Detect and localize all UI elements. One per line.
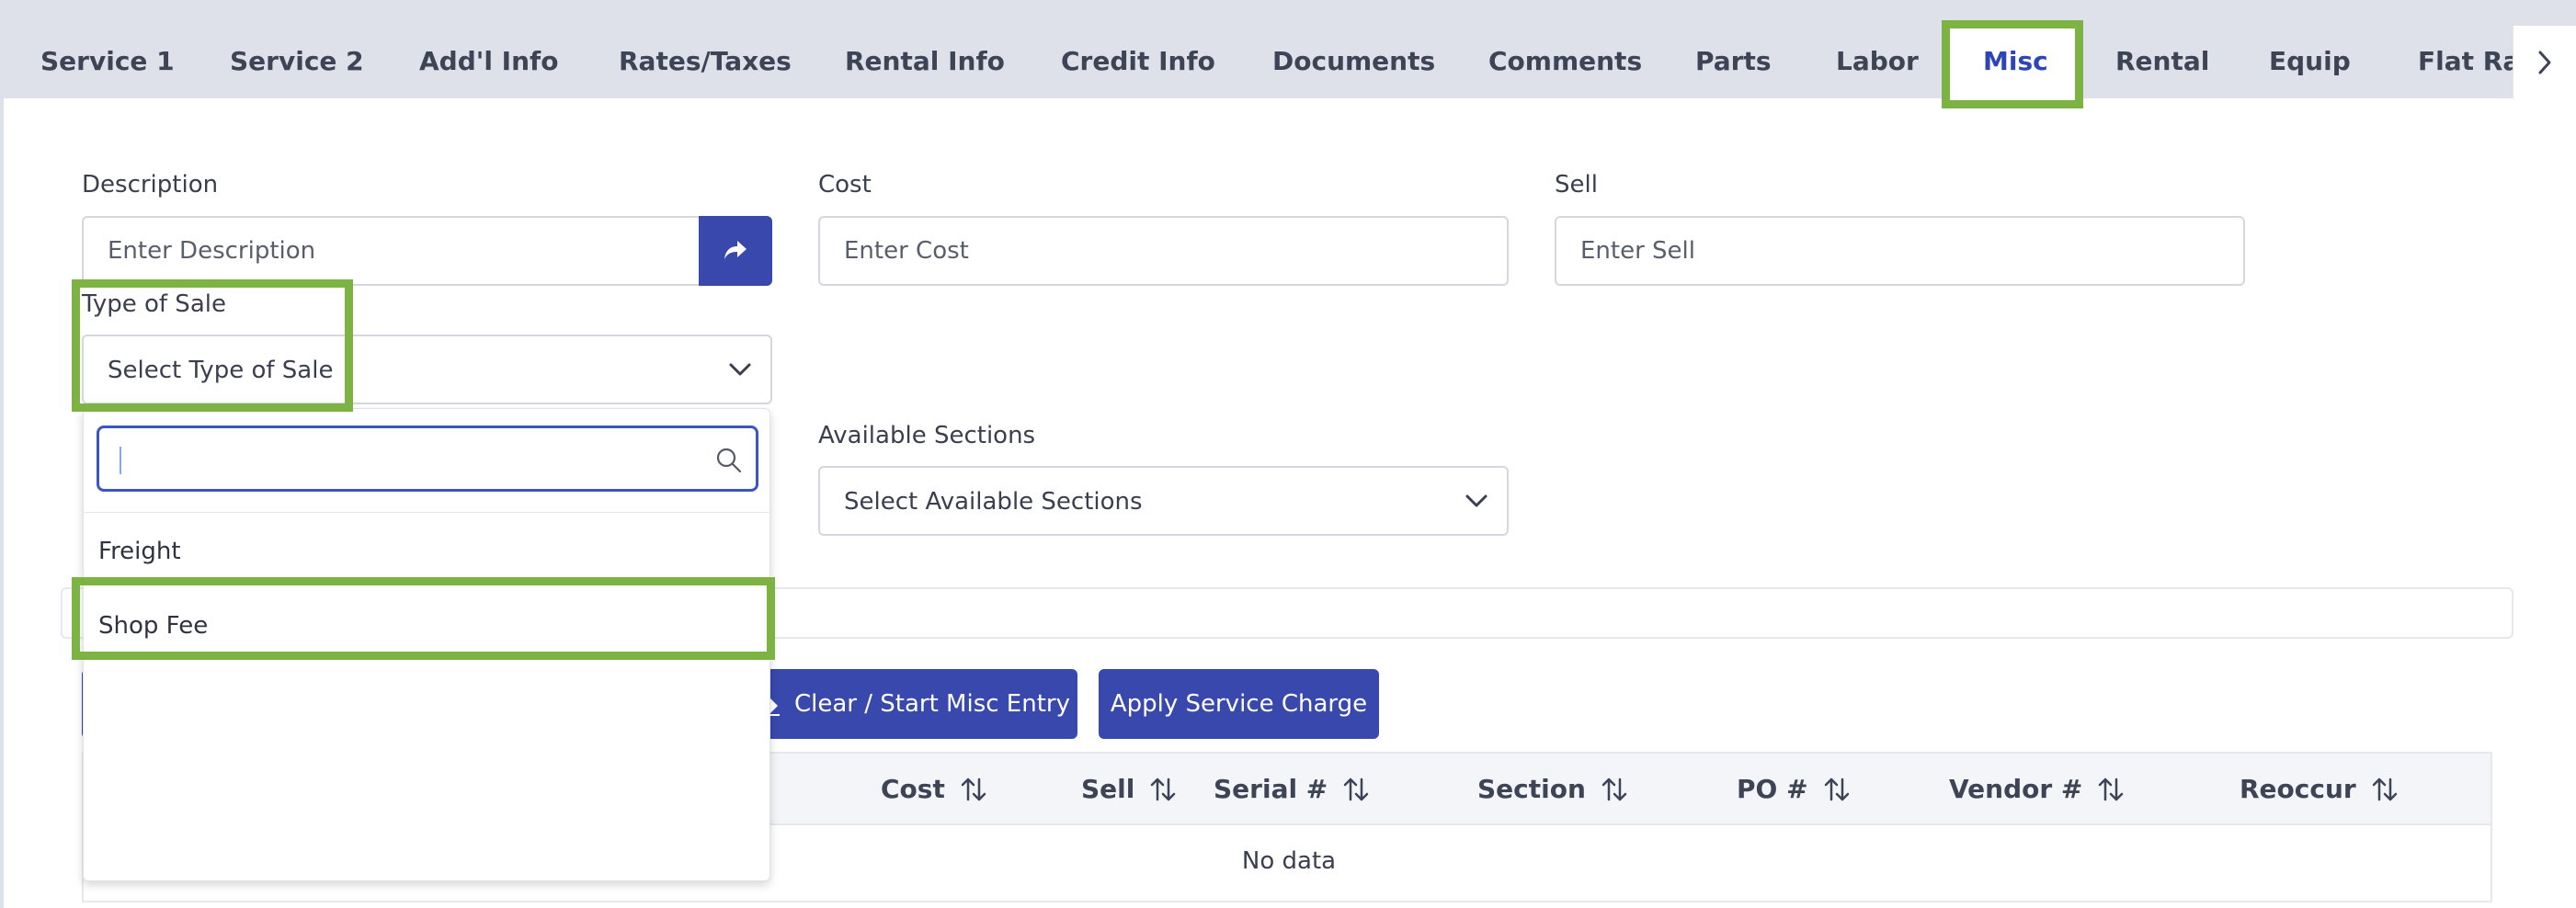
chevron-down-icon — [1465, 494, 1487, 507]
available-sections-value: Select Available Sections — [844, 488, 1143, 516]
sort-icon — [2099, 777, 2124, 800]
tab-service-1[interactable]: Service 1 — [40, 46, 175, 83]
share-arrow-icon — [724, 241, 747, 259]
type-of-sale-value: Select Type of Sale — [108, 357, 334, 384]
type-of-sale-dropdown: Freight Shop Fee — [83, 408, 770, 881]
chevron-down-icon — [729, 363, 751, 376]
dropdown-search-input[interactable] — [116, 437, 686, 480]
column-header-label: Sell — [1081, 774, 1135, 804]
column-header-po[interactable]: PO # — [1737, 774, 1851, 804]
type-of-sale-label: Type of Sale — [82, 290, 226, 318]
column-header-label: Cost — [881, 774, 945, 804]
tab-documents[interactable]: Documents — [1272, 46, 1435, 83]
column-header-label: PO # — [1737, 774, 1808, 804]
type-of-sale-select[interactable]: Select Type of Sale — [82, 335, 772, 404]
chevron-right-icon — [2538, 51, 2551, 74]
column-header-serial[interactable]: Serial # — [1214, 774, 1370, 804]
sell-input[interactable] — [1555, 216, 2245, 286]
column-header-vendor[interactable]: Vendor # — [1949, 774, 2125, 804]
column-header-label: Section — [1477, 774, 1586, 804]
tab-parts[interactable]: Parts — [1695, 46, 1772, 83]
column-header-cost[interactable]: Cost — [881, 774, 987, 804]
tab-rates-taxes[interactable]: Rates/Taxes — [619, 46, 792, 83]
clear-start-misc-entry-button[interactable]: Clear / Start Misc Entry — [747, 669, 1077, 739]
tab-rental[interactable]: Rental — [2115, 46, 2209, 83]
column-header-label: Reoccur — [2240, 774, 2356, 804]
cost-label: Cost — [818, 171, 872, 199]
tab-bar: Service 1 Service 2 Add'l Info Rates/Tax… — [0, 0, 2576, 98]
apply-service-charge-button[interactable]: Apply Service Charge — [1099, 669, 1379, 739]
tab-labor[interactable]: Labor — [1836, 46, 1919, 83]
sort-icon — [2372, 777, 2397, 800]
description-input[interactable] — [82, 216, 701, 286]
description-submit-button[interactable] — [699, 216, 772, 286]
dropdown-option-shop-fee[interactable]: Shop Fee — [98, 612, 208, 640]
dropdown-option-freight[interactable]: Freight — [98, 538, 181, 565]
description-label: Description — [82, 171, 219, 199]
sell-label: Sell — [1555, 171, 1598, 199]
sort-icon — [1824, 777, 1849, 800]
available-sections-select[interactable]: Select Available Sections — [818, 466, 1509, 536]
available-sections-label: Available Sections — [818, 422, 1036, 449]
apply-service-charge-label: Apply Service Charge — [1110, 690, 1368, 718]
column-header-reoccur[interactable]: Reoccur — [2240, 774, 2399, 804]
dropdown-search-field[interactable] — [97, 426, 758, 492]
sort-icon — [1344, 777, 1369, 800]
tab-scroll-right-button[interactable] — [2513, 26, 2576, 98]
search-icon — [716, 448, 742, 473]
tab-misc[interactable]: Misc — [1983, 46, 2048, 83]
clear-start-misc-entry-label: Clear / Start Misc Entry — [793, 690, 1070, 718]
sort-icon — [1151, 777, 1176, 800]
tab-credit-info[interactable]: Credit Info — [1061, 46, 1215, 83]
column-header-label: Serial # — [1214, 774, 1328, 804]
tab-service-2[interactable]: Service 2 — [230, 46, 364, 83]
sort-icon — [1601, 777, 1627, 800]
column-header-label: Vendor # — [1949, 774, 2083, 804]
column-header-section[interactable]: Section — [1477, 774, 1628, 804]
cost-input[interactable] — [818, 216, 1509, 286]
tab-rental-info[interactable]: Rental Info — [845, 46, 1005, 83]
column-header-sell[interactable]: Sell — [1081, 774, 1177, 804]
tab-equip[interactable]: Equip — [2269, 46, 2351, 83]
dropdown-divider — [84, 512, 769, 513]
tab-comments[interactable]: Comments — [1488, 46, 1642, 83]
tab-addl-info[interactable]: Add'l Info — [419, 46, 558, 83]
sort-icon — [961, 777, 986, 800]
